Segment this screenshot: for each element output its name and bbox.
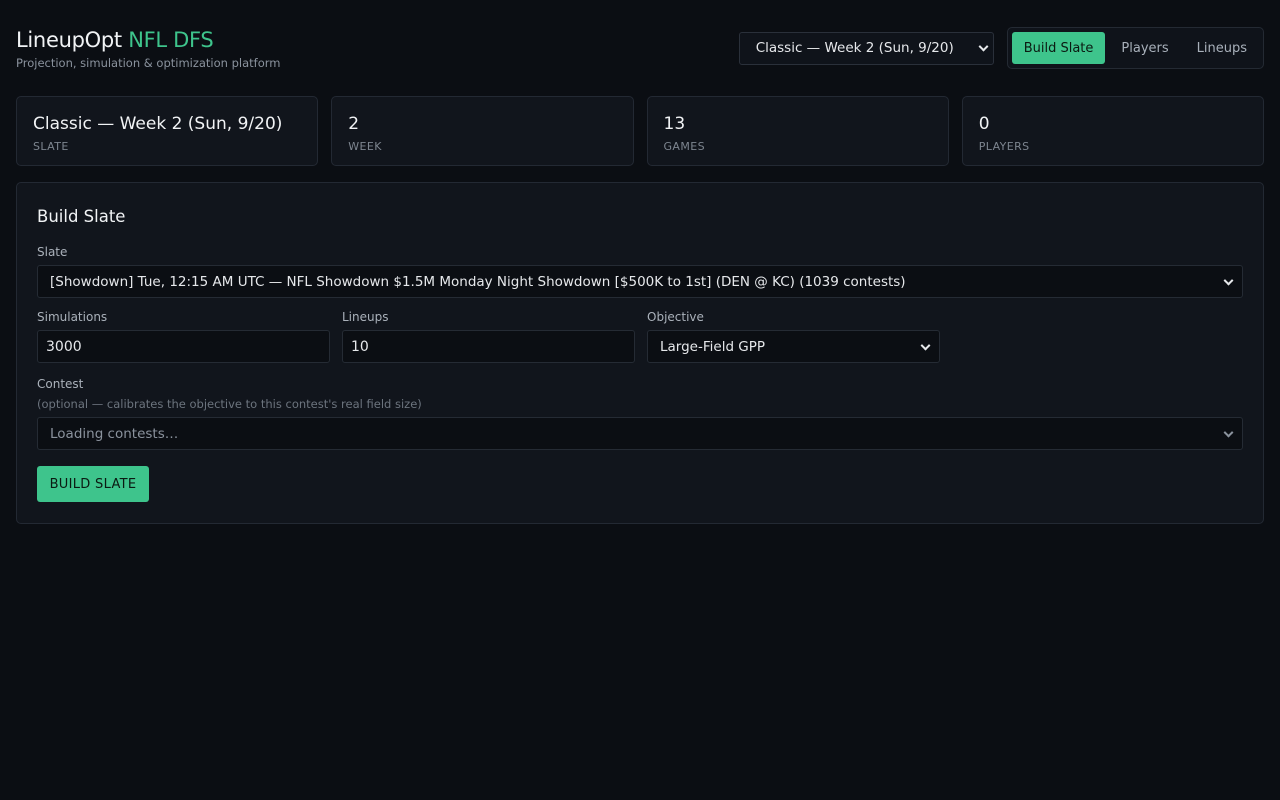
stat-card-week: 2 Week	[331, 96, 634, 166]
build-slate-button[interactable]: BUILD SLATE	[37, 466, 149, 502]
tab-lineups[interactable]: Lineups	[1185, 32, 1259, 64]
lineups-value: 10	[351, 338, 369, 355]
stat-label: Games	[663, 140, 705, 153]
header-controls: Classic — Week 2 (Sun, 9/20) Build Slate…	[738, 27, 1264, 69]
contest-field: Contest (optional — calibrates the objec…	[37, 377, 1243, 450]
contest-hint: (optional — calibrates the objective to …	[37, 397, 422, 411]
lineups-input[interactable]: 10	[342, 330, 635, 363]
lineups-label: Lineups	[342, 310, 389, 324]
settings-row: Simulations 3000 Lineups 10 Objective La…	[37, 310, 1243, 363]
stat-value: 2	[348, 114, 360, 134]
slate-select-value: [Showdown] Tue, 12:15 AM UTC — NFL Showd…	[50, 273, 906, 290]
stat-label: Week	[348, 140, 382, 153]
app-subtitle: Projection, simulation & optimization pl…	[16, 56, 281, 70]
contest-select[interactable]: Loading contests…	[37, 417, 1243, 450]
slate-switcher-select[interactable]: Classic — Week 2 (Sun, 9/20)	[738, 31, 994, 65]
stat-value: 0	[978, 114, 990, 134]
objective-field: Objective Large-Field GPP	[647, 310, 940, 363]
objective-value: Large-Field GPP	[660, 338, 766, 355]
tab-players[interactable]: Players	[1109, 32, 1180, 64]
slate-label: Slate	[37, 245, 68, 259]
stat-value: Classic — Week 2 (Sun, 9/20)	[33, 114, 283, 134]
simulations-field: Simulations 3000	[37, 310, 330, 363]
stat-value: 13	[663, 114, 686, 134]
build-slate-panel: Build Slate Slate [Showdown] Tue, 12:15 …	[16, 182, 1264, 524]
contest-value: Loading contests…	[50, 425, 179, 442]
slate-switcher-value: Classic — Week 2 (Sun, 9/20)	[755, 40, 954, 56]
app-page: LineupOpt NFL DFS Projection, simulation…	[0, 0, 1280, 800]
brand-name: LineupOpt	[16, 28, 122, 52]
chevron-down-icon	[1223, 427, 1234, 438]
slate-field: Slate [Showdown] Tue, 12:15 AM UTC — NFL…	[37, 245, 1243, 298]
app-title: LineupOpt NFL DFS	[16, 26, 280, 54]
slate-switcher[interactable]: Classic — Week 2 (Sun, 9/20)	[738, 31, 994, 65]
stat-cards: Classic — Week 2 (Sun, 9/20) Slate 2 Wee…	[16, 96, 1264, 166]
contest-label: Contest	[37, 377, 84, 391]
slate-select[interactable]: [Showdown] Tue, 12:15 AM UTC — NFL Showd…	[37, 265, 1243, 298]
objective-select[interactable]: Large-Field GPP	[647, 330, 940, 363]
stat-label: Slate	[33, 140, 69, 153]
simulations-input[interactable]: 3000	[37, 330, 330, 363]
panel-title: Build Slate	[37, 207, 126, 226]
main-nav: Build Slate Players Lineups	[1006, 27, 1264, 69]
chevron-down-icon	[920, 340, 931, 351]
stat-label: Players	[978, 140, 1030, 153]
stat-card-slate: Classic — Week 2 (Sun, 9/20) Slate	[16, 96, 319, 166]
lineups-field: Lineups 10	[342, 310, 635, 363]
app-header: LineupOpt NFL DFS Projection, simulation…	[16, 26, 1264, 72]
simulations-value: 3000	[46, 338, 82, 355]
stat-card-players: 0 Players	[961, 96, 1264, 166]
simulations-label: Simulations	[37, 310, 108, 324]
chevron-down-icon	[1223, 275, 1234, 286]
stat-card-games: 13 Games	[646, 96, 949, 166]
tab-build-slate[interactable]: Build Slate	[1011, 32, 1106, 64]
objective-label: Objective	[647, 310, 704, 324]
brand: LineupOpt NFL DFS Projection, simulation…	[16, 26, 280, 70]
brand-accent: NFL DFS	[128, 28, 214, 52]
